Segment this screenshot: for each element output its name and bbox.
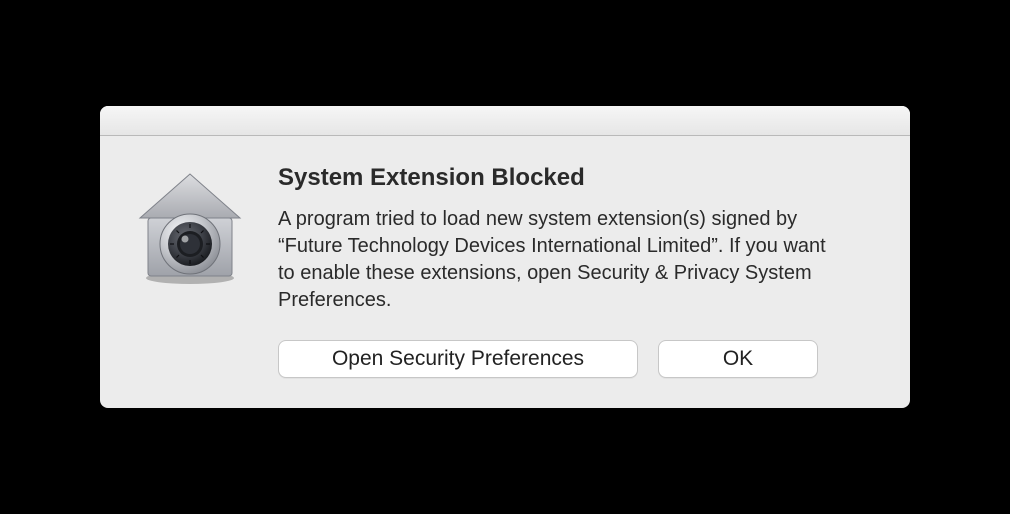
ok-button[interactable]: OK: [658, 340, 818, 378]
dialog-title: System Extension Blocked: [278, 164, 880, 192]
system-extension-blocked-dialog: System Extension Blocked A program tried…: [100, 106, 910, 408]
open-security-preferences-button[interactable]: Open Security Preferences: [278, 340, 638, 378]
dialog-titlebar: [100, 106, 910, 136]
dialog-button-row: Open Security Preferences OK: [278, 340, 880, 378]
dialog-text-column: System Extension Blocked A program tried…: [278, 164, 880, 378]
dialog-body: A program tried to load new system exten…: [278, 206, 838, 314]
security-house-vault-icon: [130, 168, 250, 288]
dialog-content: System Extension Blocked A program tried…: [100, 136, 910, 408]
dialog-icon-column: [130, 164, 250, 378]
